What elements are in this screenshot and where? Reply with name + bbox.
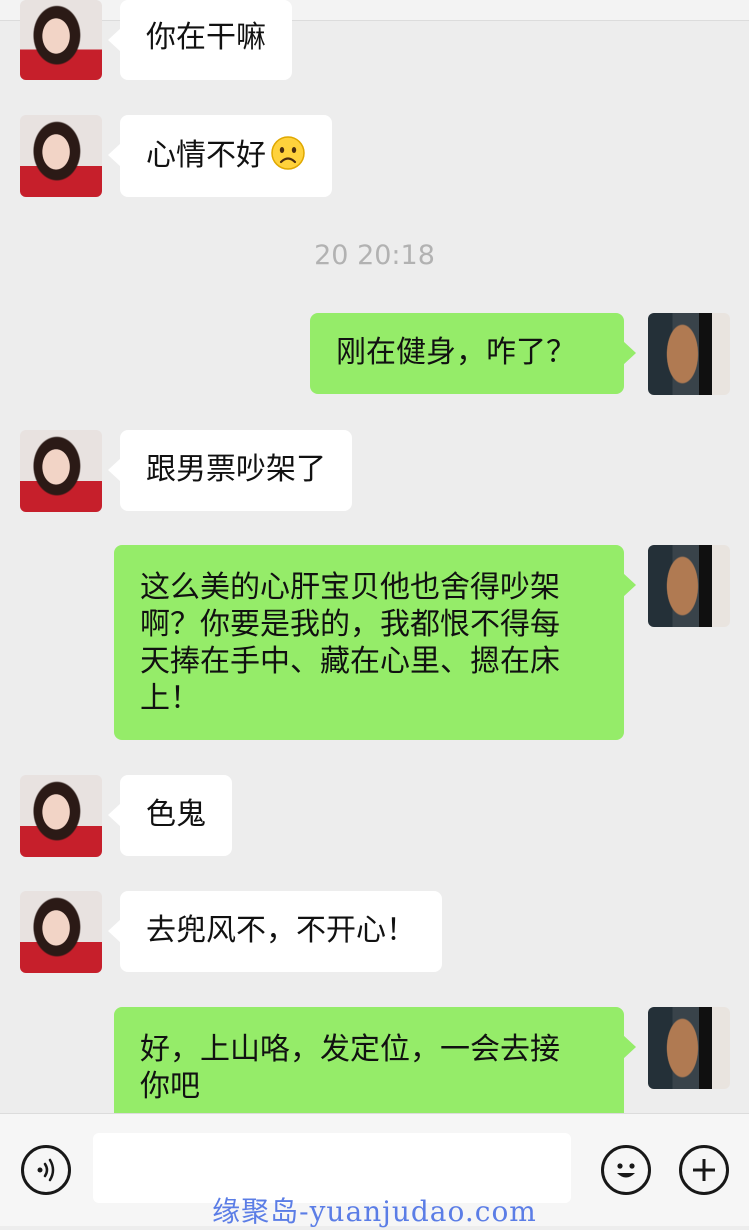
contact-avatar[interactable] [20,0,102,80]
message-line: 好，上山咯，发定位，一会去接 [140,1032,560,1067]
contact-avatar[interactable] [20,775,102,857]
message-text: 去兜风不，不开心！ [146,913,416,948]
user-avatar[interactable] [648,313,730,395]
message-line: 天捧在手中、藏在心里、摁在床 [140,644,560,679]
message-text: 色鬼 [146,797,206,832]
message-line: 上！ [140,681,200,716]
sent-message-bubble[interactable]: 这么美的心肝宝贝他也舍得吵架 啊？你要是我的，我都恨不得每 天捧在手中、藏在心里… [114,545,636,740]
received-message-bubble[interactable]: 你在干嘛 [108,0,292,80]
user-avatar[interactable] [648,545,730,627]
message-text: 心情不好 [146,138,266,173]
watermark: 缘聚岛-yuanjudao.com [212,1195,537,1228]
received-message-bubble[interactable]: 色鬼 [108,775,232,856]
voice-icon[interactable] [21,1145,71,1195]
plus-icon[interactable] [679,1145,729,1195]
message-text: 你在干嘛 [146,20,266,55]
message-line: 啊？你要是我的，我都恨不得每 [140,607,560,642]
received-message-bubble[interactable]: 去兜风不，不开心！ [108,891,442,972]
received-message-bubble[interactable]: 心情不好 [108,115,332,197]
sent-message-bubble[interactable]: 刚在健身，咋了？ [310,313,636,394]
user-avatar[interactable] [648,1007,730,1089]
sent-message-bubble[interactable]: 好，上山咯，发定位，一会去接 你吧 [114,1007,636,1127]
sad-face-emoji-icon [270,135,306,182]
contact-avatar[interactable] [20,891,102,973]
contact-avatar[interactable] [20,115,102,197]
status-area [0,0,749,21]
message-line: 你吧 [140,1069,200,1104]
chat-timestamp: 20 20:18 [314,240,435,271]
message-line: 这么美的心肝宝贝他也舍得吵架 [140,570,560,605]
emoji-icon[interactable] [601,1145,651,1195]
received-message-bubble[interactable]: 跟男票吵架了 [108,430,352,511]
contact-avatar[interactable] [20,430,102,512]
message-text: 刚在健身，咋了？ [336,335,576,370]
message-text: 跟男票吵架了 [146,452,326,487]
